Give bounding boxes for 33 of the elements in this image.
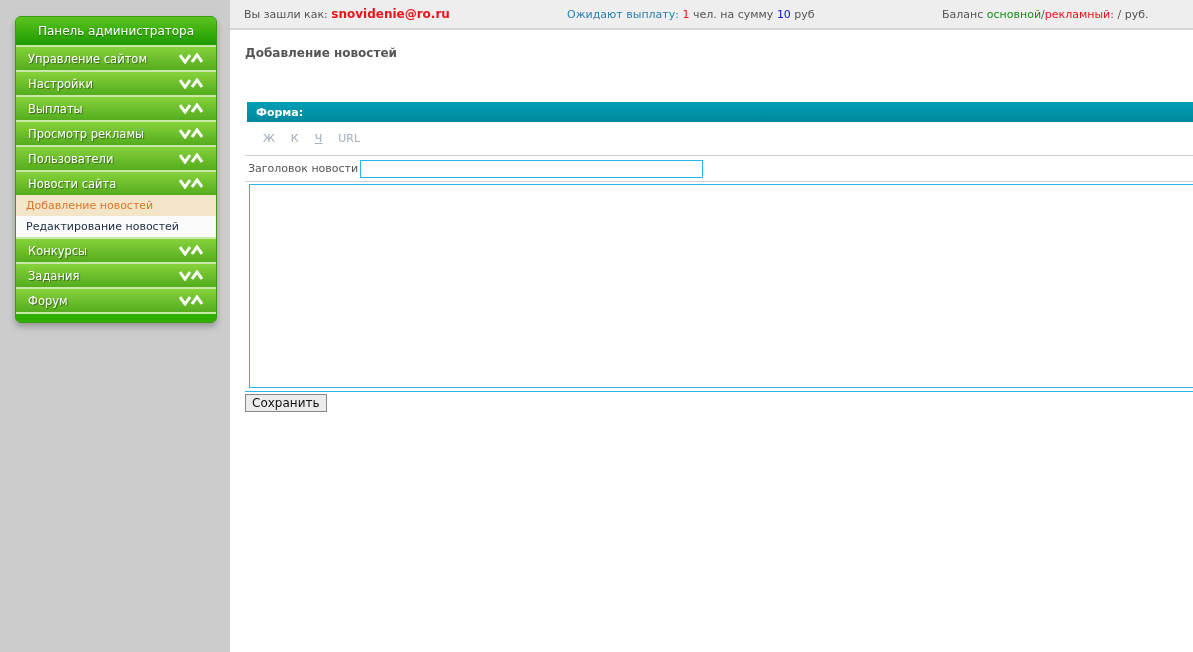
expand-collapse-icon (179, 295, 203, 306)
form-header: Форма: (245, 102, 1193, 122)
status-text: Баланс основной/рекламный: / руб. (942, 7, 1149, 21)
menu-section[interactable]: Просмотр рекламы (16, 120, 216, 145)
menu-section[interactable]: Управление сайтом (16, 45, 216, 70)
submenu-item[interactable]: Редактирование новостей (16, 216, 216, 237)
menu-section[interactable]: Настройки (16, 70, 216, 95)
expand-collapse-icon (179, 178, 203, 189)
field-label: Заголовок новости (248, 162, 359, 175)
format-button[interactable]: Ч (308, 132, 329, 145)
expand-collapse-icon (179, 128, 203, 139)
expand-collapse-icon (179, 78, 203, 89)
format-button[interactable]: Ж (257, 132, 281, 145)
format-button[interactable]: К (284, 132, 305, 145)
format-button[interactable]: URL (332, 132, 367, 145)
input-field[interactable] (360, 159, 704, 178)
expand-collapse-icon (179, 270, 203, 281)
menu-section[interactable]: Форум (16, 287, 216, 312)
panel-title: Панель администратора (16, 17, 216, 45)
expand-collapse-icon (179, 53, 203, 64)
status-text: Ожидают выплату: 1 чел. на сумму 10 руб (567, 7, 816, 21)
menu-section[interactable]: Пользователи (16, 145, 216, 170)
save-button[interactable]: Сохранить (245, 394, 327, 412)
expand-collapse-icon (179, 103, 203, 114)
submenu-item[interactable]: Добавление новостей (16, 195, 216, 216)
expand-collapse-icon (179, 153, 203, 164)
status-text: Вы зашли как: snovidenie@ro.ru (244, 7, 451, 21)
menu-section[interactable]: Конкурсы (16, 237, 216, 262)
menu-section[interactable]: Задания (16, 262, 216, 287)
menu-section[interactable]: Новости сайта (16, 170, 216, 195)
page-title: Добавление новостей (245, 46, 398, 60)
expand-collapse-icon (179, 245, 203, 256)
menu-section[interactable]: Выплаты (16, 95, 216, 120)
